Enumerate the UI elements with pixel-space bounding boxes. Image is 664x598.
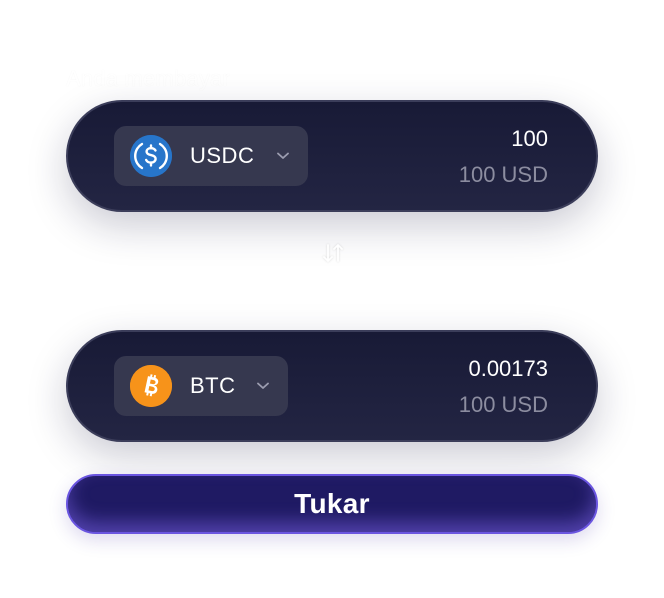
chevron-down-icon xyxy=(256,379,270,393)
pay-card: USDC 100 100 USD xyxy=(66,100,598,212)
chevron-down-icon xyxy=(276,149,290,163)
pay-amount[interactable]: 100 xyxy=(511,126,548,152)
receive-amount: 0.00173 xyxy=(468,356,548,381)
receive-card: BTC 0.00173 100 USD xyxy=(66,330,598,442)
pay-token-symbol: USDC xyxy=(190,143,255,168)
pay-fiat-value: 100 USD xyxy=(458,162,548,187)
swap-arrows-icon[interactable] xyxy=(320,240,346,266)
pay-token-select[interactable]: USDC xyxy=(114,126,308,186)
pay-section-label: Anda membayar xyxy=(66,66,231,91)
swap-widget: Anda membayar USDC 100 100 USD BTC 0.001… xyxy=(0,0,664,598)
usdc-icon xyxy=(130,135,172,177)
receive-token-select[interactable]: BTC xyxy=(114,356,288,416)
receive-token-symbol: BTC xyxy=(190,373,236,398)
btc-icon xyxy=(130,365,172,407)
receive-fiat-value: 100 USD xyxy=(458,392,548,417)
swap-submit-button[interactable]: Tukar xyxy=(66,474,598,534)
